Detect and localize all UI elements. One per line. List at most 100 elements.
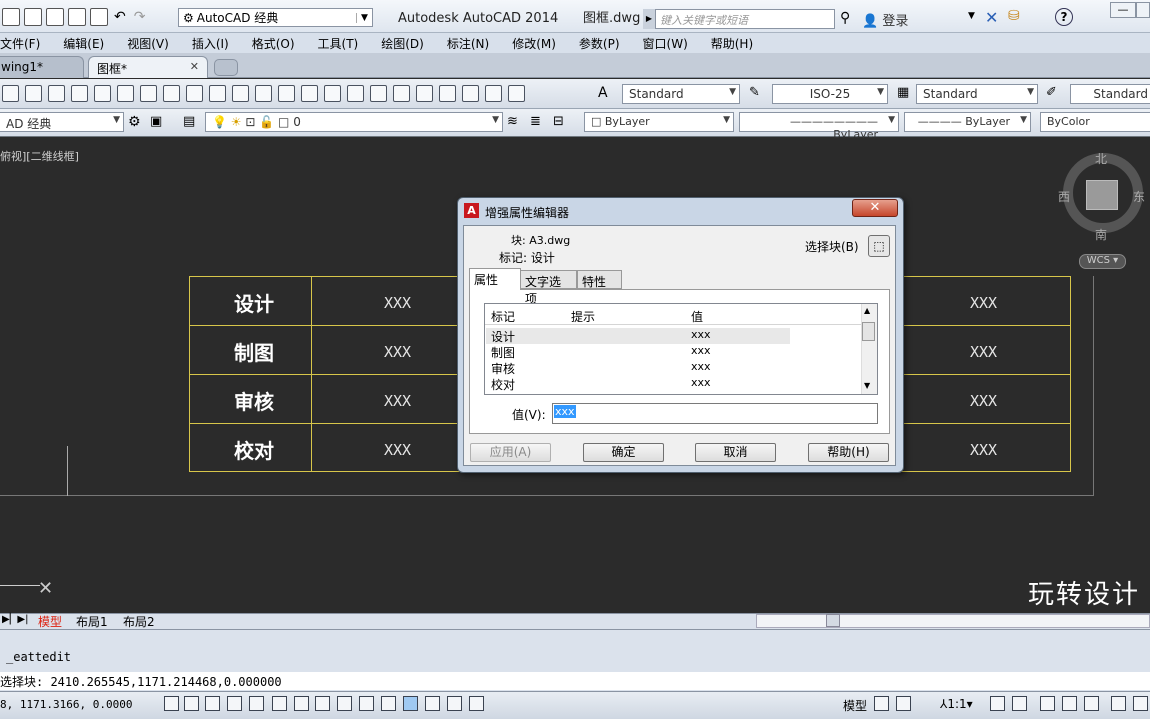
value-input-text[interactable]: xxx xyxy=(554,405,576,418)
save-icon[interactable] xyxy=(46,8,64,26)
zoom-window-icon[interactable] xyxy=(324,85,341,102)
menu-dimension[interactable]: 标注(N) xyxy=(434,35,499,52)
coordinate-readout[interactable]: 8, 1171.3166, 0.0000 xyxy=(0,698,132,711)
design-center-icon[interactable] xyxy=(393,85,410,102)
save-icon[interactable] xyxy=(2,85,19,102)
restore-button[interactable] xyxy=(1136,2,1150,18)
lineweight-select[interactable]: ———— ByLayer ▼ xyxy=(904,112,1031,132)
column-value[interactable]: 值 xyxy=(691,308,703,325)
polar-icon[interactable] xyxy=(249,696,264,711)
annotation-scale[interactable]: ⅄1:1▾ xyxy=(940,697,973,711)
close-button[interactable]: ✕ xyxy=(852,199,898,217)
apply-button[interactable]: 应用(A) xyxy=(470,443,551,462)
customize-icon[interactable]: ▣ xyxy=(150,114,162,129)
dim-style-select[interactable]: ISO-25 ▼ xyxy=(772,84,888,104)
menu-modify[interactable]: 修改(M) xyxy=(499,35,566,52)
redo-icon[interactable]: ↷ xyxy=(134,9,146,25)
login-button[interactable]: 👤 登录 xyxy=(862,10,908,29)
menu-insert[interactable]: 插入(I) xyxy=(179,35,239,52)
paste-icon[interactable] xyxy=(163,85,180,102)
undo-icon[interactable]: ↶ xyxy=(114,9,126,25)
minimize-button[interactable]: — xyxy=(1110,2,1136,18)
layer-previous-icon[interactable]: ≣ xyxy=(530,114,541,129)
menu-tools[interactable]: 工具(T) xyxy=(305,35,369,52)
quick-view-layouts-icon[interactable] xyxy=(874,696,889,711)
compass-north[interactable]: 北 xyxy=(1095,150,1107,167)
calculator-icon[interactable] xyxy=(485,85,502,102)
selection-cycling-icon[interactable] xyxy=(447,696,462,711)
chevron-down-icon[interactable]: ▼ xyxy=(968,11,975,21)
layout-nav-arrows-icon[interactable]: ▶▏▶| xyxy=(2,614,28,625)
column-prompt[interactable]: 提示 xyxy=(571,308,595,325)
scroll-up-icon[interactable]: ▲ xyxy=(864,306,870,315)
copy-icon[interactable] xyxy=(140,85,157,102)
markup-icon[interactable] xyxy=(462,85,479,102)
layer-state-icon[interactable]: ⊟ xyxy=(553,114,564,129)
quick-properties-icon[interactable] xyxy=(425,696,440,711)
menu-window[interactable]: 窗口(W) xyxy=(630,35,698,52)
tool-palettes-icon[interactable] xyxy=(416,85,433,102)
exchange-x-icon[interactable]: ✕ xyxy=(985,8,998,27)
list-item[interactable]: 设计 xxx xyxy=(486,328,790,344)
3d-print-icon[interactable] xyxy=(94,85,111,102)
cut-icon[interactable] xyxy=(117,85,134,102)
infer-constraints-icon[interactable] xyxy=(164,696,179,711)
ok-button[interactable]: 确定 xyxy=(583,443,664,462)
scrollbar-thumb[interactable] xyxy=(826,614,840,627)
preview-icon[interactable] xyxy=(48,85,65,102)
undo-icon[interactable] xyxy=(232,85,249,102)
gear-icon[interactable]: ⚙ xyxy=(128,114,141,130)
tab-layout1[interactable]: 布局1 xyxy=(76,613,108,630)
help-icon[interactable]: ? xyxy=(1055,8,1073,26)
help-icon[interactable] xyxy=(508,85,525,102)
ortho-icon[interactable] xyxy=(227,696,242,711)
make-current-icon[interactable]: ≋ xyxy=(507,114,518,129)
tab-attributes[interactable]: 属性 xyxy=(469,268,521,290)
search-input[interactable]: 键入关键字或短语 xyxy=(655,9,835,29)
save-as-icon[interactable] xyxy=(68,8,86,26)
print-icon[interactable] xyxy=(90,8,108,26)
new-tab-button[interactable] xyxy=(214,59,238,76)
compass-west[interactable]: 西 xyxy=(1058,188,1070,205)
list-item[interactable]: 制图 xxx xyxy=(486,344,790,360)
horizontal-scrollbar[interactable] xyxy=(756,614,1150,628)
menu-parametric[interactable]: 参数(P) xyxy=(566,35,630,52)
ducs-icon[interactable] xyxy=(337,696,352,711)
compass-east[interactable]: 东 xyxy=(1133,188,1145,205)
layer-select[interactable]: 💡 ☀ ⊡ 🔓 □ 0 ▼ xyxy=(205,112,503,132)
menu-draw[interactable]: 绘图(D) xyxy=(368,35,434,52)
table-style-select[interactable]: Standard ▼ xyxy=(916,84,1038,104)
workspace-select[interactable]: ⚙ AutoCAD 经典 ▼ xyxy=(178,8,373,27)
list-item[interactable]: 审核 xxx xyxy=(486,360,790,376)
clean-screen-icon[interactable] xyxy=(1133,696,1148,711)
pan-icon[interactable] xyxy=(278,85,295,102)
scroll-down-icon[interactable]: ▼ xyxy=(864,381,870,390)
workspace-switch-icon[interactable] xyxy=(1040,696,1055,711)
quick-view-drawings-icon[interactable] xyxy=(896,696,911,711)
lock-icon[interactable] xyxy=(1062,696,1077,711)
tab-properties[interactable]: 特性 xyxy=(577,270,622,289)
grid-icon[interactable] xyxy=(205,696,220,711)
lineweight-icon[interactable] xyxy=(381,696,396,711)
isolate-objects-icon[interactable] xyxy=(1111,696,1126,711)
menu-format[interactable]: 格式(O) xyxy=(239,35,305,52)
list-item[interactable]: 校对 xxx xyxy=(486,376,790,392)
menu-edit[interactable]: 编辑(E) xyxy=(50,35,114,52)
wcs-menu[interactable]: WCS ▾ xyxy=(1079,254,1126,269)
otrack-icon[interactable] xyxy=(315,696,330,711)
exchange-apps-icon[interactable]: ⛁ xyxy=(1008,8,1020,24)
sheet-set-icon[interactable] xyxy=(439,85,456,102)
hardware-acceleration-icon[interactable] xyxy=(1084,696,1099,711)
binoculars-icon[interactable]: ⚲ xyxy=(840,10,850,26)
tab-model[interactable]: 模型 xyxy=(38,613,62,630)
workspace-select-2[interactable]: AD 经典 ▼ xyxy=(0,112,124,132)
tab-layout2[interactable]: 布局2 xyxy=(123,613,155,630)
tab-tukuang[interactable]: 图框* ✕ xyxy=(88,56,208,78)
osnap-icon[interactable] xyxy=(272,696,287,711)
value-input[interactable] xyxy=(552,403,878,424)
layer-properties-icon[interactable]: ▤ xyxy=(183,114,195,129)
tab-text-options[interactable]: 文字选项 xyxy=(520,270,577,306)
linetype-select[interactable]: ———————— ByLayer ▼ xyxy=(739,112,899,141)
menu-file[interactable]: 文件(F) xyxy=(0,35,50,52)
annotation-monitor-icon[interactable] xyxy=(469,696,484,711)
